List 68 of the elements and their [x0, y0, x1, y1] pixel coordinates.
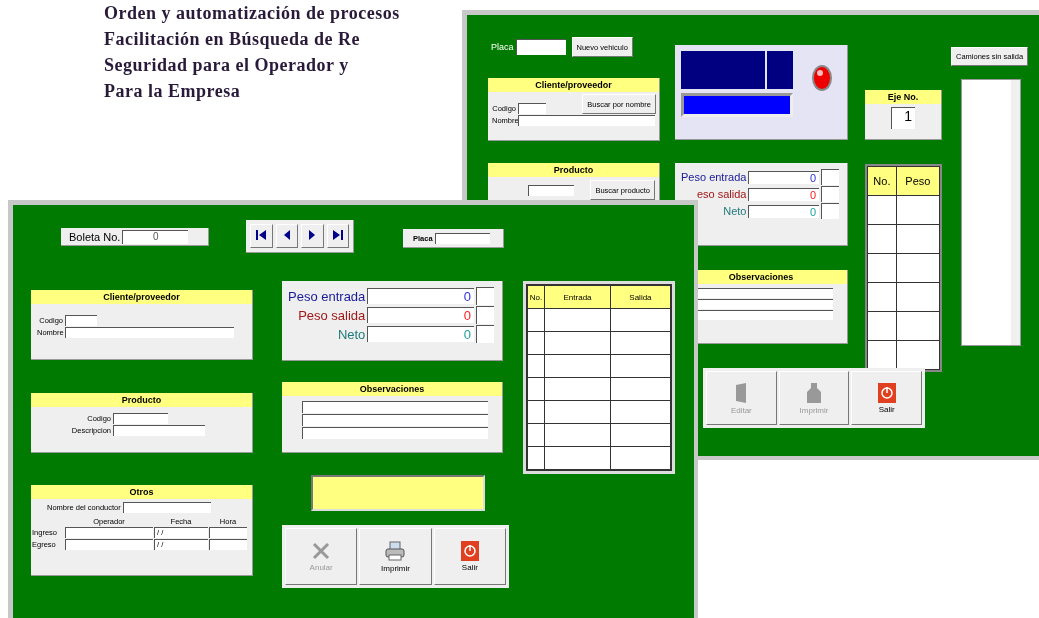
exit-button[interactable]: Salir: [851, 371, 922, 425]
column-header: Entrada: [544, 285, 611, 309]
unit-field[interactable]: [821, 203, 839, 219]
door-icon: [735, 381, 748, 404]
list-box[interactable]: [961, 79, 1021, 346]
driver-field[interactable]: [122, 502, 211, 513]
weight-field[interactable]: 0: [748, 170, 819, 184]
placa-label: Placa: [491, 42, 514, 52]
unit-field[interactable]: [821, 186, 839, 202]
panel-title: Cliente/proveedor: [31, 290, 252, 304]
unit-field[interactable]: [476, 306, 494, 324]
panel-title: Cliente/proveedor: [488, 78, 659, 92]
panel-title: Eje No.: [865, 90, 941, 104]
weight-label: Peso salida: [297, 307, 366, 323]
led-icon: [811, 63, 833, 93]
document-text: Facilitación en Búsqueda de Re: [104, 28, 360, 51]
weight-field[interactable]: 0: [748, 187, 819, 201]
x-icon: [311, 541, 332, 561]
weight-label: Neto: [722, 205, 747, 217]
placa-field[interactable]: [515, 39, 566, 55]
document-text: Seguridad para el Operador y: [104, 54, 349, 77]
unit-field[interactable]: [821, 169, 839, 185]
weight-label: Peso entrada: [288, 288, 366, 304]
operator-field[interactable]: [65, 527, 153, 538]
display-screen: [767, 51, 793, 89]
unit-field[interactable]: [476, 325, 494, 343]
first-icon: [254, 228, 269, 242]
weight-label: Neto: [336, 326, 366, 342]
column-header: No.: [867, 166, 897, 196]
time-field[interactable]: [209, 527, 247, 538]
weight-label: eso salida: [695, 188, 747, 200]
name-field[interactable]: [65, 327, 234, 338]
description-field[interactable]: [113, 425, 205, 436]
power-icon: [460, 541, 479, 561]
axle-field[interactable]: 1: [891, 107, 915, 129]
weight-field[interactable]: 0: [367, 307, 474, 323]
panel-title: Producto: [488, 163, 659, 177]
exit-button[interactable]: Salir: [433, 528, 506, 585]
previous-record-button[interactable]: [275, 224, 298, 248]
weight-field[interactable]: 0: [367, 288, 474, 304]
time-field[interactable]: [209, 539, 247, 550]
panel-title: Otros: [31, 485, 252, 499]
ticket-field[interactable]: 0: [122, 229, 189, 244]
power-icon: [877, 382, 896, 403]
document-text: Orden y automatización de procesos: [104, 2, 400, 25]
code-field[interactable]: [113, 413, 168, 424]
weight-icon: [806, 381, 822, 404]
placa-field[interactable]: [434, 232, 490, 244]
last-record-button[interactable]: [326, 224, 349, 248]
name-field[interactable]: [518, 115, 655, 126]
last-icon: [330, 228, 345, 242]
weight-label: Peso entrada: [681, 171, 747, 183]
column-header: No.: [527, 285, 545, 309]
unit-field[interactable]: [476, 287, 494, 305]
print-button[interactable]: Imprimir: [359, 528, 432, 585]
code-field[interactable]: [65, 315, 97, 326]
panel-title: Observaciones: [282, 382, 502, 396]
first-record-button[interactable]: [250, 224, 273, 248]
column-header: Peso: [896, 166, 940, 196]
printer-icon: [384, 540, 407, 562]
code-field[interactable]: [528, 184, 574, 196]
column-header: Salida: [610, 285, 671, 309]
operator-field[interactable]: [65, 539, 153, 550]
ticket-label: Boleta No.: [69, 230, 121, 243]
code-field[interactable]: [518, 103, 546, 114]
document-text: Para la Empresa: [104, 80, 241, 103]
next-record-button[interactable]: [301, 224, 324, 248]
panel-title: Producto: [31, 393, 252, 407]
